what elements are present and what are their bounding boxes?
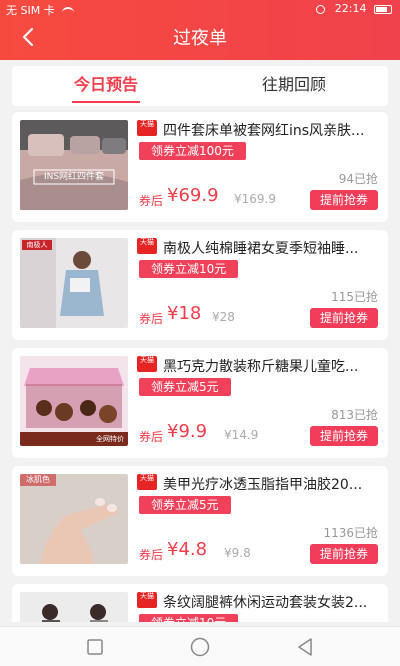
product-card[interactable]: INS网红四件套 天猫 四件套床单被套网红ins风亲肤... 领券立减100元 … [12, 112, 388, 222]
thumb-caption: 全网特价 [96, 435, 124, 443]
tmall-badge-icon: 天猫 [137, 474, 157, 490]
grabbed-count: 115已抢 [331, 290, 378, 304]
circle-home-icon[interactable] [187, 635, 213, 659]
tab-bar: 今日预告 往期回顾 [12, 66, 388, 106]
platform-badge-text: 天猫 [140, 356, 154, 364]
product-card[interactable]: 冰肌色 天猫 美甲光疗冰透玉脂指甲油胶20... 领券立减5元 1136已抢 券… [12, 466, 388, 576]
coupon-tag: 领券立减5元 [139, 378, 231, 396]
original-price: ¥169.9 [234, 192, 276, 206]
product-title: 条纹阔腿裤休闲运动套装女装2... [163, 595, 368, 611]
rotation-lock-icon [316, 4, 326, 14]
coupon-tag: 领券立减10元 [139, 260, 239, 278]
platform-badge-text: 天猫 [140, 120, 154, 128]
product-title: 四件套床单被套网红ins风亲肤... [163, 123, 365, 139]
grab-coupon-button[interactable]: 提前抢券 [310, 426, 378, 446]
grabbed-count: 94已抢 [338, 172, 378, 186]
platform-badge-text: 天猫 [140, 238, 154, 246]
original-price: ¥9.8 [224, 546, 251, 560]
coupon-price: ¥9.9 [167, 421, 208, 442]
grabbed-count: 813已抢 [331, 408, 378, 422]
grabbed-count: 1136已抢 [323, 526, 378, 540]
product-image: INS网红四件套 [20, 120, 128, 210]
thumb-caption: INS网红四件套 [43, 172, 105, 182]
tmall-badge-icon: 天猫 [137, 238, 157, 254]
platform-badge-text: 天猫 [140, 592, 154, 600]
status-bar: 无 SIM 卡 22:14 [0, 0, 400, 18]
grab-coupon-button[interactable]: 提前抢券 [310, 308, 378, 328]
price-label: 券后 [139, 312, 164, 326]
tab-past-review[interactable]: 往期回顾 [200, 66, 388, 106]
price-label: 券后 [139, 194, 164, 208]
square-recents-icon[interactable] [82, 635, 108, 659]
wifi-icon [62, 7, 75, 15]
tmall-badge-icon: 天猫 [137, 592, 157, 608]
system-nav-bar [0, 626, 400, 666]
tmall-badge-icon: 天猫 [137, 356, 157, 372]
product-image: 冰肌色 [20, 474, 128, 564]
thumb-caption: 南极人 [26, 241, 48, 249]
product-image: 南极人 [20, 238, 128, 328]
carrier-text: 无 SIM 卡 [6, 4, 55, 17]
product-title: 美甲光疗冰透玉脂指甲油胶20... [163, 477, 363, 493]
status-time: 22:14 [334, 2, 367, 15]
status-right: 22:14 [316, 2, 392, 15]
coupon-tag: 领券立减100元 [139, 142, 246, 160]
product-image [20, 592, 128, 622]
coupon-price: ¥4.8 [167, 539, 208, 560]
product-title: 黑巧克力散装称斤糖果儿童吃... [163, 359, 359, 375]
coupon-tag: 领券立减10元 [139, 614, 239, 622]
triangle-back-icon[interactable] [293, 635, 319, 659]
product-card[interactable]: 南极人 天猫 南极人纯棉睡裙女夏季短袖睡... 领券立减10元 115已抢 券后… [12, 230, 388, 340]
original-price: ¥28 [212, 310, 235, 324]
tmall-badge-icon: 天猫 [137, 120, 157, 136]
page-title: 过夜单 [173, 28, 227, 49]
original-price: ¥14.9 [224, 428, 259, 442]
product-card[interactable]: 天猫 条纹阔腿裤休闲运动套装女装2... 领券立减10元 [12, 584, 388, 622]
product-card[interactable]: 全网特价 天猫 黑巧克力散装称斤糖果儿童吃... 领券立减5元 813已抢 券后… [12, 348, 388, 458]
coupon-tag: 领券立减5元 [139, 496, 231, 514]
tab-today-preview[interactable]: 今日预告 [12, 66, 200, 106]
battery-icon [374, 4, 392, 14]
app-header: 无 SIM 卡 22:14 过夜单 [0, 0, 400, 60]
product-list[interactable]: INS网红四件套 天猫 四件套床单被套网红ins风亲肤... 领券立减100元 … [12, 112, 388, 622]
status-carrier: 无 SIM 卡 [6, 2, 75, 18]
price-label: 券后 [139, 548, 164, 562]
grab-coupon-button[interactable]: 提前抢券 [310, 544, 378, 564]
coupon-price: ¥69.9 [167, 185, 219, 206]
grab-coupon-button[interactable]: 提前抢券 [310, 190, 378, 210]
product-title: 南极人纯棉睡裙女夏季短袖睡... [163, 241, 359, 257]
price-label: 券后 [139, 430, 164, 444]
thumb-caption: 冰肌色 [26, 475, 50, 484]
platform-badge-text: 天猫 [140, 474, 154, 482]
product-image: 全网特价 [20, 356, 128, 446]
coupon-price: ¥18 [167, 303, 202, 324]
